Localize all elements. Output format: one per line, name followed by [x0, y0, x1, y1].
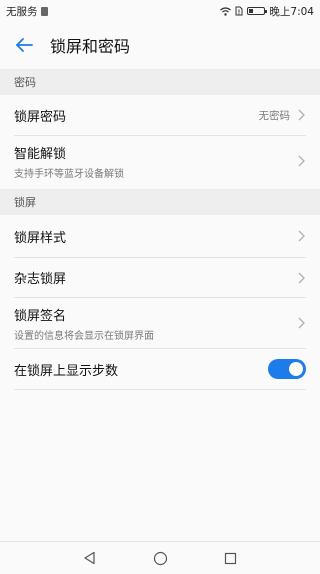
carrier-text: 无服务	[6, 5, 38, 18]
status-left: 无服务	[0, 4, 48, 19]
chevron-right-icon	[298, 272, 305, 283]
row-subtitle: 设置的信息将会显示在锁屏界面	[14, 330, 154, 342]
section-title: 锁屏	[14, 196, 36, 209]
nav-back-icon[interactable]	[83, 551, 97, 565]
app-header: 锁屏和密码	[0, 22, 320, 68]
wifi-icon	[220, 6, 232, 16]
section-header-lockscreen: 锁屏	[0, 189, 320, 215]
row-title: 锁屏签名	[14, 308, 67, 324]
no-sim-icon	[235, 6, 243, 16]
show-steps-toggle[interactable]	[268, 359, 306, 379]
lock-screen-style-row[interactable]: 锁屏样式	[0, 215, 320, 257]
row-title: 杂志锁屏	[14, 272, 67, 287]
smart-unlock-row[interactable]: 智能解锁 支持手环等蓝牙设备解锁	[0, 136, 320, 186]
row-subtitle: 支持手环等蓝牙设备解锁	[14, 168, 124, 180]
navigation-bar	[0, 541, 320, 574]
battery-icon	[247, 7, 268, 15]
lock-screen-signature-row[interactable]: 锁屏签名 设置的信息将会显示在锁屏界面	[0, 298, 320, 348]
status-bar: 无服务 晚上7:04	[0, 0, 320, 22]
section-header-password: 密码	[0, 69, 320, 95]
row-title: 智能解锁	[14, 146, 67, 162]
toggle-knob	[289, 362, 303, 376]
page-title: 锁屏和密码	[50, 37, 131, 56]
show-steps-row: 在锁屏上显示步数	[0, 349, 320, 389]
back-button[interactable]	[2, 23, 46, 67]
chevron-right-icon	[298, 230, 305, 242]
status-right: 晚上7:04	[220, 4, 320, 19]
row-value: 无密码	[258, 109, 291, 122]
nav-recents-icon[interactable]	[224, 552, 237, 565]
clock-text: 晚上7:04	[269, 5, 314, 18]
lock-screen-password-row[interactable]: 锁屏密码 无密码	[0, 95, 320, 135]
chevron-right-icon	[298, 109, 305, 121]
chevron-right-icon	[298, 317, 305, 329]
row-title: 锁屏样式	[14, 230, 67, 246]
back-arrow-icon	[16, 38, 33, 52]
section-title: 密码	[14, 76, 36, 89]
magazine-lock-row[interactable]: 杂志锁屏	[0, 258, 320, 297]
chevron-right-icon	[298, 155, 305, 167]
sim-card-icon	[40, 6, 48, 16]
row-title: 在锁屏上显示步数	[14, 363, 119, 379]
divider	[14, 389, 306, 390]
nav-home-icon[interactable]	[153, 551, 168, 566]
row-title: 锁屏密码	[14, 109, 67, 125]
